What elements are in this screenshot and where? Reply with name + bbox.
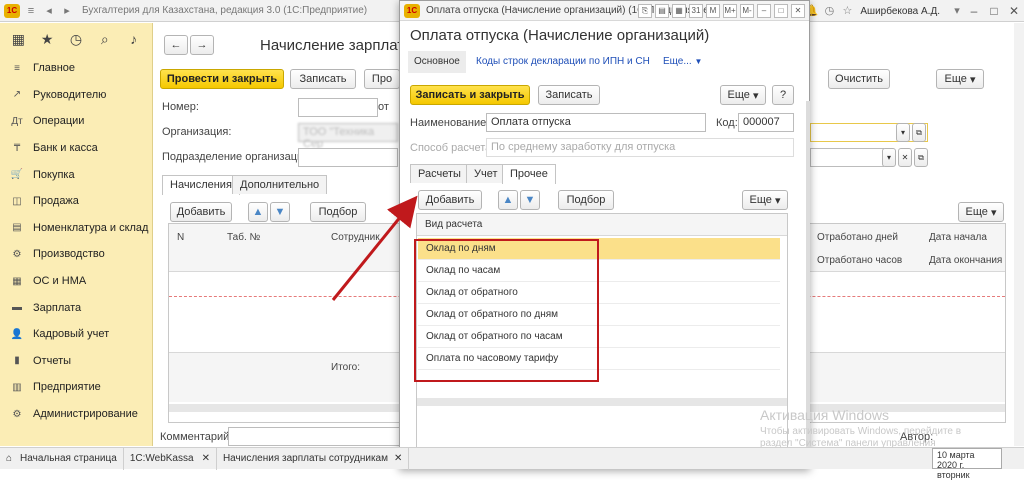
annotation-arrow <box>331 195 418 301</box>
date-display: 10 марта 2020 г. вторник <box>932 448 1002 480</box>
taskbar-item-payroll[interactable]: Начисления зарплаты сотрудникам ✕ <box>217 447 410 470</box>
taskbar-item-webkassa[interactable]: 1С:WebKassa ✕ <box>124 447 217 470</box>
taskbar-label: Начальная страница <box>20 453 117 464</box>
close-icon[interactable]: ✕ <box>394 453 402 464</box>
close-icon[interactable]: ✕ <box>202 453 210 464</box>
weekday-line: вторник <box>937 470 970 480</box>
taskbar-label: 1С:WebKassa <box>129 453 194 464</box>
taskbar: ⌂ Начальная страница 1С:WebKassa ✕ Начисле… <box>0 447 1024 470</box>
taskbar-item-home[interactable]: ⌂ Начальная страница <box>0 447 124 470</box>
arrow-line <box>331 195 418 301</box>
date-line: 10 марта 2020 г. <box>937 450 975 470</box>
home-icon: ⌂ <box>6 453 13 464</box>
taskbar-label: Начисления зарплаты сотрудникам <box>222 453 388 464</box>
